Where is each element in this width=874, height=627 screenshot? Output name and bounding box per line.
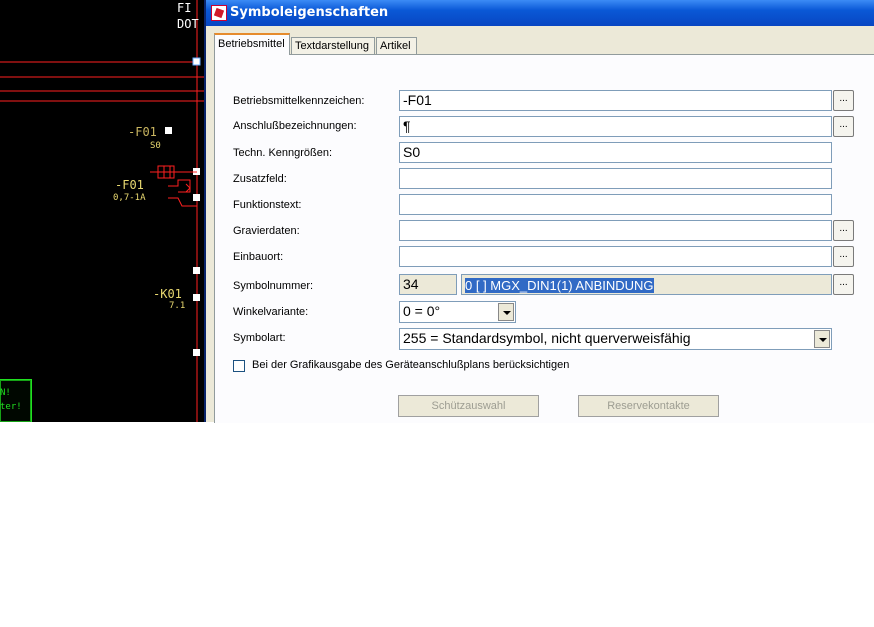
anschluss-input[interactable]: ¶ [399,116,832,137]
chevron-down-icon[interactable] [498,303,514,321]
cad-label-f01-mid: -F01 [115,178,144,192]
anschluss-browse-button[interactable]: ... [833,116,854,137]
winkel-label: Winkelvariante: [233,306,309,318]
symbolart-value: 255 = Standardsymbol, nicht querverweisf… [403,330,691,346]
app-icon [211,5,227,21]
bmk-label: Betriebsmittelkennzeichen: [233,95,365,107]
winkel-select[interactable]: 0 = 0° [399,301,516,323]
tab-textdarstellung[interactable]: Textdarstellung [291,37,375,54]
symbolnr-label: Symbolnummer: [233,280,314,292]
kenngroessen-input[interactable]: S0 [399,142,832,163]
symbol-name-field[interactable]: 0 [ ] MGX_DIN1(1) ANBINDUNG [461,274,832,295]
einbau-browse-button[interactable]: ... [833,246,854,267]
einbau-input[interactable] [399,246,832,267]
cad-canvas[interactable]: FI DOT -F01 S0 -F01 0,7-1A -K01 7.1 N! t… [0,0,205,422]
cad-label-fi: FI [177,1,192,15]
symbolnr-browse-button[interactable]: ... [833,274,854,295]
cad-label-k01-sub: 7.1 [169,301,186,311]
reservekontakte-button[interactable]: Reservekontakte [578,395,719,417]
cad-label-dot: DOT [177,17,199,31]
symbolart-label: Symbolart: [233,332,286,344]
symbol-name-selection: 0 [ ] MGX_DIN1(1) ANBINDUNG [465,278,654,293]
funktion-input[interactable] [399,194,832,215]
grafikausgabe-checkbox[interactable] [233,360,245,372]
zusatz-label: Zusatzfeld: [233,173,287,185]
cad-label-f01-mid-sub: 0,7-1A [113,193,146,203]
schuetzauswahl-button[interactable]: Schützauswahl [398,395,539,417]
cad-label-k01: -K01 [153,287,182,301]
gravier-label: Gravierdaten: [233,225,300,237]
gravier-browse-button[interactable]: ... [833,220,854,241]
gravier-input[interactable] [399,220,832,241]
title-bar[interactable]: Symboleigenschaften [206,0,874,26]
symbol-properties-dialog: Symboleigenschaften Betriebsmittel Textd… [204,0,874,423]
grafikausgabe-checkbox-label[interactable]: Bei der Grafikausgabe des Geräteanschluß… [252,359,569,371]
dialog-title: Symboleigenschaften [230,5,389,20]
winkel-value: 0 = 0° [403,303,441,319]
einbau-label: Einbauort: [233,251,284,263]
cad-drawing [0,0,205,422]
tab-betriebsmittel[interactable]: Betriebsmittel [214,33,290,55]
cad-green-text-2: ter! [0,402,22,412]
cad-green-text-1: N! [0,388,11,398]
symbolart-select[interactable]: 255 = Standardsymbol, nicht querverweisf… [399,328,832,350]
anschluss-label: Anschlußbezeichnungen: [233,120,357,132]
bmk-input[interactable]: -F01 [399,90,832,111]
zusatz-input[interactable] [399,168,832,189]
tab-artikel[interactable]: Artikel [376,37,417,54]
cad-label-f01-top-sub: S0 [150,141,161,151]
kenngroessen-label: Techn. Kenngrößen: [233,147,333,159]
funktion-label: Funktionstext: [233,199,302,211]
symbolnr-input[interactable]: 34 [399,274,457,295]
cad-label-f01-top: -F01 [128,125,157,139]
chevron-down-icon[interactable] [814,330,830,348]
bmk-browse-button[interactable]: ... [833,90,854,111]
